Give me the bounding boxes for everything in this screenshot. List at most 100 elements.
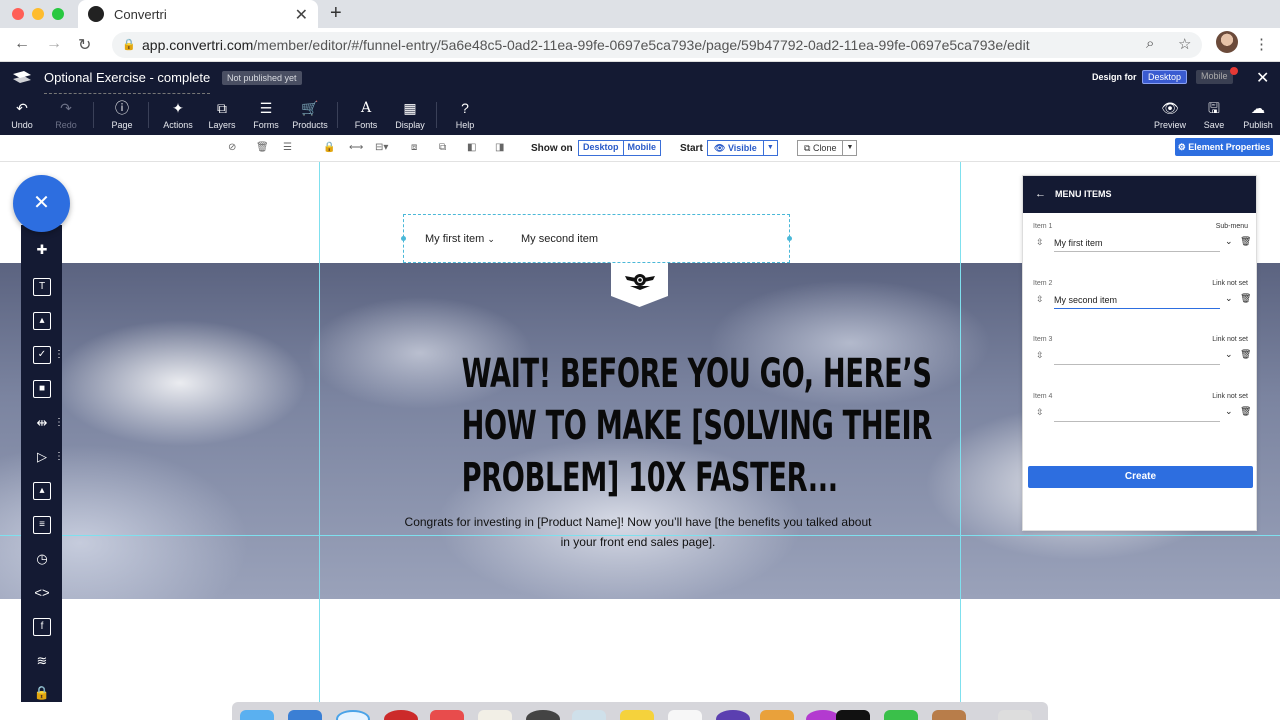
lock-element-icon[interactable]: 🔒 bbox=[323, 142, 335, 153]
drag-handle-icon[interactable]: ⇳ bbox=[1036, 407, 1044, 418]
page-button[interactable]: ⓘ Page bbox=[97, 100, 147, 130]
browser-tab[interactable]: Convertri ✕ bbox=[78, 0, 318, 28]
back-arrow-icon[interactable]: ← bbox=[14, 35, 30, 53]
tab-close-icon[interactable]: ✕ bbox=[295, 5, 308, 25]
menu-list-icon[interactable]: ≡ bbox=[33, 516, 51, 534]
forward-arrow-icon[interactable]: → bbox=[46, 35, 62, 53]
new-tab-icon[interactable]: + bbox=[330, 2, 342, 25]
bookmark-star-icon[interactable]: ☆ bbox=[1178, 35, 1191, 53]
create-button[interactable]: Create bbox=[1028, 466, 1253, 488]
dock-app-icon[interactable] bbox=[998, 710, 1032, 720]
save-button[interactable]: 🖫 Save bbox=[1189, 100, 1239, 130]
ungroup-icon[interactable]: ⧉ bbox=[439, 142, 446, 153]
layers-button[interactable]: ⧉ Layers bbox=[197, 100, 247, 130]
item-text-input[interactable]: My first item bbox=[1054, 234, 1220, 252]
reload-icon[interactable]: ↻ bbox=[78, 35, 91, 55]
image-icon[interactable]: ▴ bbox=[33, 312, 51, 330]
align-distribute-icon[interactable]: ⊟▾ bbox=[375, 142, 388, 153]
display-button[interactable]: ▦ Display bbox=[385, 100, 435, 130]
dock-app-icon[interactable] bbox=[806, 710, 840, 720]
chevron-down-icon[interactable]: ⌄ bbox=[1225, 293, 1233, 304]
dock-app-icon[interactable] bbox=[884, 710, 918, 720]
chevron-down-icon[interactable]: ⌄ bbox=[1225, 406, 1233, 417]
dock-app-icon[interactable] bbox=[572, 710, 606, 720]
item-text-input[interactable] bbox=[1054, 347, 1220, 365]
trash-icon[interactable]: 🗑 bbox=[1240, 293, 1251, 304]
dock-app-icon[interactable] bbox=[760, 710, 794, 720]
more-dots-icon[interactable]: ⋮ bbox=[54, 451, 64, 462]
facebook-icon[interactable]: f bbox=[33, 618, 51, 636]
window-minimize-dot[interactable] bbox=[32, 8, 44, 20]
profile-avatar[interactable] bbox=[1216, 31, 1238, 53]
dock-app-icon[interactable] bbox=[668, 710, 702, 720]
fonts-button[interactable]: A Fonts bbox=[341, 100, 391, 130]
undo-button[interactable]: ↶ Undo bbox=[0, 100, 47, 130]
trash-icon[interactable]: 🗑 bbox=[1240, 406, 1251, 417]
clone-button[interactable]: ⧉ Clone ▼ bbox=[797, 140, 858, 156]
trash-icon[interactable]: 🗑 bbox=[1240, 236, 1251, 247]
dock-app-icon[interactable] bbox=[716, 710, 750, 720]
drag-handle-icon[interactable]: ⇳ bbox=[1036, 294, 1044, 305]
item-link-status[interactable]: Link not set bbox=[1212, 336, 1248, 343]
forms-button[interactable]: ☰ Forms bbox=[241, 100, 291, 130]
send-backward-icon[interactable]: ◨ bbox=[495, 142, 504, 153]
hide-icon[interactable]: ⊘ bbox=[228, 142, 236, 153]
zoom-icon[interactable]: ⌕ bbox=[1146, 35, 1154, 52]
dock-app-icon[interactable] bbox=[384, 710, 418, 720]
box-icon[interactable]: ■ bbox=[33, 380, 51, 398]
back-arrow-icon[interactable]: ← bbox=[1035, 176, 1046, 213]
dock-app-icon[interactable] bbox=[478, 710, 512, 720]
start-visibility-select[interactable]: 👁 Visible ▼ bbox=[707, 140, 778, 156]
menu-element-selected[interactable]: My first item ⌄ My second item bbox=[401, 214, 792, 263]
dock-app-icon[interactable] bbox=[288, 710, 322, 720]
hero-subtext[interactable]: Congrats for investing in [Product Name]… bbox=[400, 512, 876, 552]
align-icon[interactable]: ☰ bbox=[283, 142, 292, 153]
design-mobile-button[interactable]: Mobile bbox=[1196, 70, 1233, 84]
resize-handle[interactable] bbox=[787, 236, 792, 241]
more-dots-icon[interactable]: ⋮ bbox=[54, 349, 64, 360]
help-button[interactable]: ? Help bbox=[440, 100, 490, 130]
close-sidebar-button[interactable]: ✕ bbox=[13, 175, 70, 232]
trash-icon[interactable]: 🗑 bbox=[1240, 349, 1251, 360]
drag-handle-icon[interactable]: ⇳ bbox=[1036, 350, 1044, 361]
drag-handle-icon[interactable]: ⇳ bbox=[1036, 237, 1044, 248]
dock-app-icon[interactable] bbox=[836, 710, 870, 720]
lock-icon[interactable]: 🔒 bbox=[33, 684, 51, 702]
dock-app-icon[interactable] bbox=[240, 710, 274, 720]
window-close-dot[interactable] bbox=[12, 8, 24, 20]
gallery-icon[interactable]: ▴ bbox=[33, 482, 51, 500]
publish-button[interactable]: ☁ Publish bbox=[1233, 100, 1280, 130]
more-dots-icon[interactable]: ⋮ bbox=[54, 417, 64, 428]
stretch-icon[interactable]: ⟷ bbox=[349, 142, 363, 153]
item-link-status[interactable]: Sub-menu bbox=[1216, 223, 1248, 230]
redo-button[interactable]: ↷ Redo bbox=[41, 100, 91, 130]
puzzle-icon[interactable]: ✚ bbox=[33, 241, 51, 259]
chevron-down-icon[interactable]: ⌄ bbox=[1225, 236, 1233, 247]
resize-handle[interactable] bbox=[401, 236, 406, 241]
show-on-mobile[interactable]: Mobile bbox=[622, 141, 661, 155]
page-title[interactable]: Optional Exercise - complete bbox=[44, 70, 211, 94]
hero-headline[interactable]: WAIT! BEFORE YOU GO, HERE’S HOW TO MAKE … bbox=[462, 348, 933, 504]
checkbox-icon[interactable]: ✓ bbox=[33, 346, 51, 364]
browser-menu-icon[interactable]: ⋮ bbox=[1254, 35, 1269, 53]
show-on-desktop[interactable]: Desktop bbox=[579, 141, 623, 155]
spacer-icon[interactable]: ⇹ bbox=[33, 414, 51, 432]
dock-app-icon[interactable] bbox=[430, 710, 464, 720]
item-link-status[interactable]: Link not set bbox=[1212, 280, 1248, 287]
preview-button[interactable]: 👁 Preview bbox=[1145, 100, 1195, 130]
dock-app-icon[interactable] bbox=[336, 710, 370, 720]
dock-app-icon[interactable] bbox=[526, 710, 560, 720]
group-icon[interactable]: ⧈ bbox=[411, 142, 417, 153]
window-zoom-dot[interactable] bbox=[52, 8, 64, 20]
item-link-status[interactable]: Link not set bbox=[1212, 393, 1248, 400]
design-desktop-button[interactable]: Desktop bbox=[1142, 70, 1188, 84]
products-button[interactable]: 🛒 Products bbox=[285, 100, 335, 130]
bring-forward-icon[interactable]: ◧ bbox=[467, 142, 476, 153]
menu-item[interactable]: My first item ⌄ bbox=[425, 233, 495, 245]
url-field[interactable]: 🔒 app.convertri.com/member/editor/#/funne… bbox=[112, 32, 1202, 58]
dock-app-icon[interactable] bbox=[620, 710, 654, 720]
actions-button[interactable]: ✦ Actions bbox=[153, 100, 203, 130]
menu-item[interactable]: My second item bbox=[521, 233, 598, 245]
item-text-input[interactable]: My second item bbox=[1054, 291, 1220, 309]
layers-stack-icon[interactable]: ≋ bbox=[33, 652, 51, 670]
